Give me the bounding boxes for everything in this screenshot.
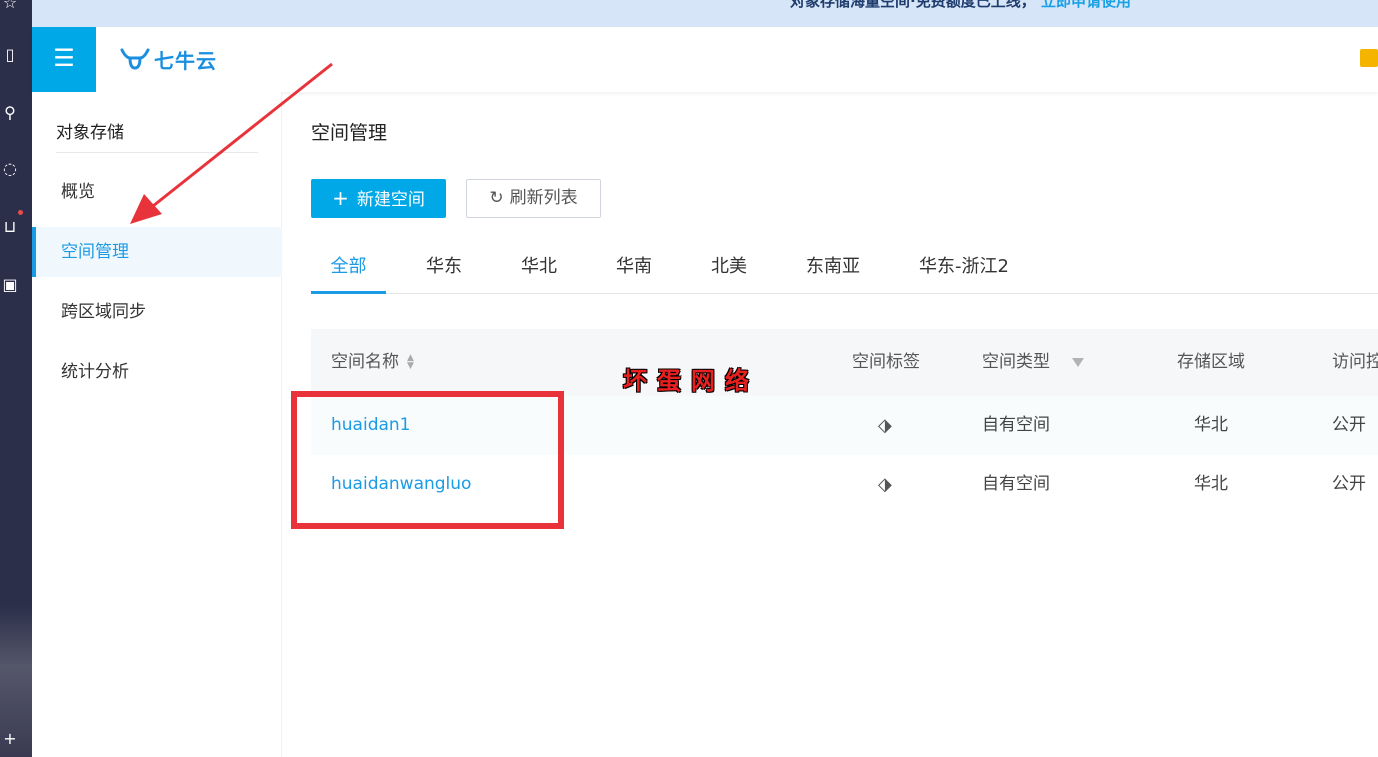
annotation-highlight-box bbox=[291, 391, 564, 529]
bucket-type: 自有空间 bbox=[982, 415, 1050, 435]
search-icon[interactable]: ⚲ bbox=[0, 102, 20, 124]
filter-icon[interactable] bbox=[1072, 357, 1084, 367]
sidebar-item-bucket-management[interactable]: 空间管理 bbox=[32, 227, 282, 277]
tab-south-china[interactable]: 华南 bbox=[616, 245, 652, 294]
sidebar-title: 对象存储 bbox=[56, 123, 124, 143]
banner-link[interactable]: 立即申请使用 bbox=[1041, 0, 1131, 10]
refresh-list-button[interactable]: ↻ 刷新列表 bbox=[466, 179, 601, 218]
bucket-region: 华北 bbox=[1194, 474, 1228, 494]
cart-icon[interactable]: ⊔ bbox=[0, 216, 20, 238]
notification-dot bbox=[18, 210, 23, 215]
sort-icon[interactable]: ▲ ▼ bbox=[407, 354, 414, 371]
region-tabs: 全部 华东 华北 华南 北美 东南亚 华东-浙江2 bbox=[311, 245, 1378, 294]
menu-toggle-button[interactable]: ☰ bbox=[32, 27, 96, 92]
bucket-access: 公开 bbox=[1332, 474, 1366, 494]
tab-east-china-zhejiang2[interactable]: 华东-浙江2 bbox=[919, 245, 1009, 294]
add-icon[interactable]: + bbox=[0, 728, 20, 750]
tab-north-china[interactable]: 华北 bbox=[521, 245, 557, 294]
chat-icon[interactable]: ◌ bbox=[0, 158, 20, 180]
column-header-name-label: 空间名称 bbox=[331, 352, 399, 372]
bucket-type: 自有空间 bbox=[982, 474, 1050, 494]
sidebar-item-statistics[interactable]: 统计分析 bbox=[32, 347, 282, 397]
refresh-icon: ↻ bbox=[489, 188, 504, 208]
bucket-access: 公开 bbox=[1332, 415, 1366, 435]
sidebar-item-cross-region-sync[interactable]: 跨区域同步 bbox=[32, 287, 282, 337]
new-bucket-label: 新建空间 bbox=[356, 190, 425, 210]
hamburger-icon: ☰ bbox=[53, 44, 75, 72]
tag-icon[interactable]: ⬗ bbox=[878, 455, 892, 514]
watermark-text: 坏蛋网络 bbox=[623, 367, 759, 395]
column-header-tags: 空间标签 bbox=[852, 352, 920, 372]
gift-icon[interactable] bbox=[1360, 49, 1378, 67]
banner-text: 对象存储海量空间·免费额度已上线， bbox=[790, 0, 1036, 10]
refresh-list-label: 刷新列表 bbox=[509, 188, 578, 208]
bucket-region: 华北 bbox=[1194, 415, 1228, 435]
annotation-arrow bbox=[130, 62, 333, 224]
book-icon[interactable]: ▯ bbox=[0, 44, 20, 66]
tab-north-america[interactable]: 北美 bbox=[711, 245, 747, 294]
os-side-toolbar: ☆ ▯ ⚲ ◌ ⊔ ▣ + bbox=[0, 0, 32, 757]
column-header-type[interactable]: 空间类型 bbox=[982, 329, 1084, 396]
bucket-table-header: 空间名称 ▲ ▼ 空间标签 空间类型 存储区域 访问控 bbox=[311, 329, 1378, 396]
column-header-region: 存储区域 bbox=[1177, 352, 1245, 372]
tag-icon[interactable]: ⬗ bbox=[878, 396, 892, 455]
star-icon[interactable]: ☆ bbox=[0, 0, 20, 14]
announcement-banner: 对象存储海量空间·免费额度已上线， 立即申请使用 bbox=[32, 0, 1378, 27]
column-header-name[interactable]: 空间名称 ▲ ▼ bbox=[331, 329, 414, 396]
column-header-type-label: 空间类型 bbox=[982, 352, 1050, 372]
tab-east-china[interactable]: 华东 bbox=[426, 245, 462, 294]
translate-icon[interactable]: ▣ bbox=[0, 274, 20, 296]
tab-all[interactable]: 全部 bbox=[311, 245, 386, 294]
tab-southeast-asia[interactable]: 东南亚 bbox=[806, 245, 860, 294]
column-header-access: 访问控 bbox=[1332, 352, 1378, 372]
